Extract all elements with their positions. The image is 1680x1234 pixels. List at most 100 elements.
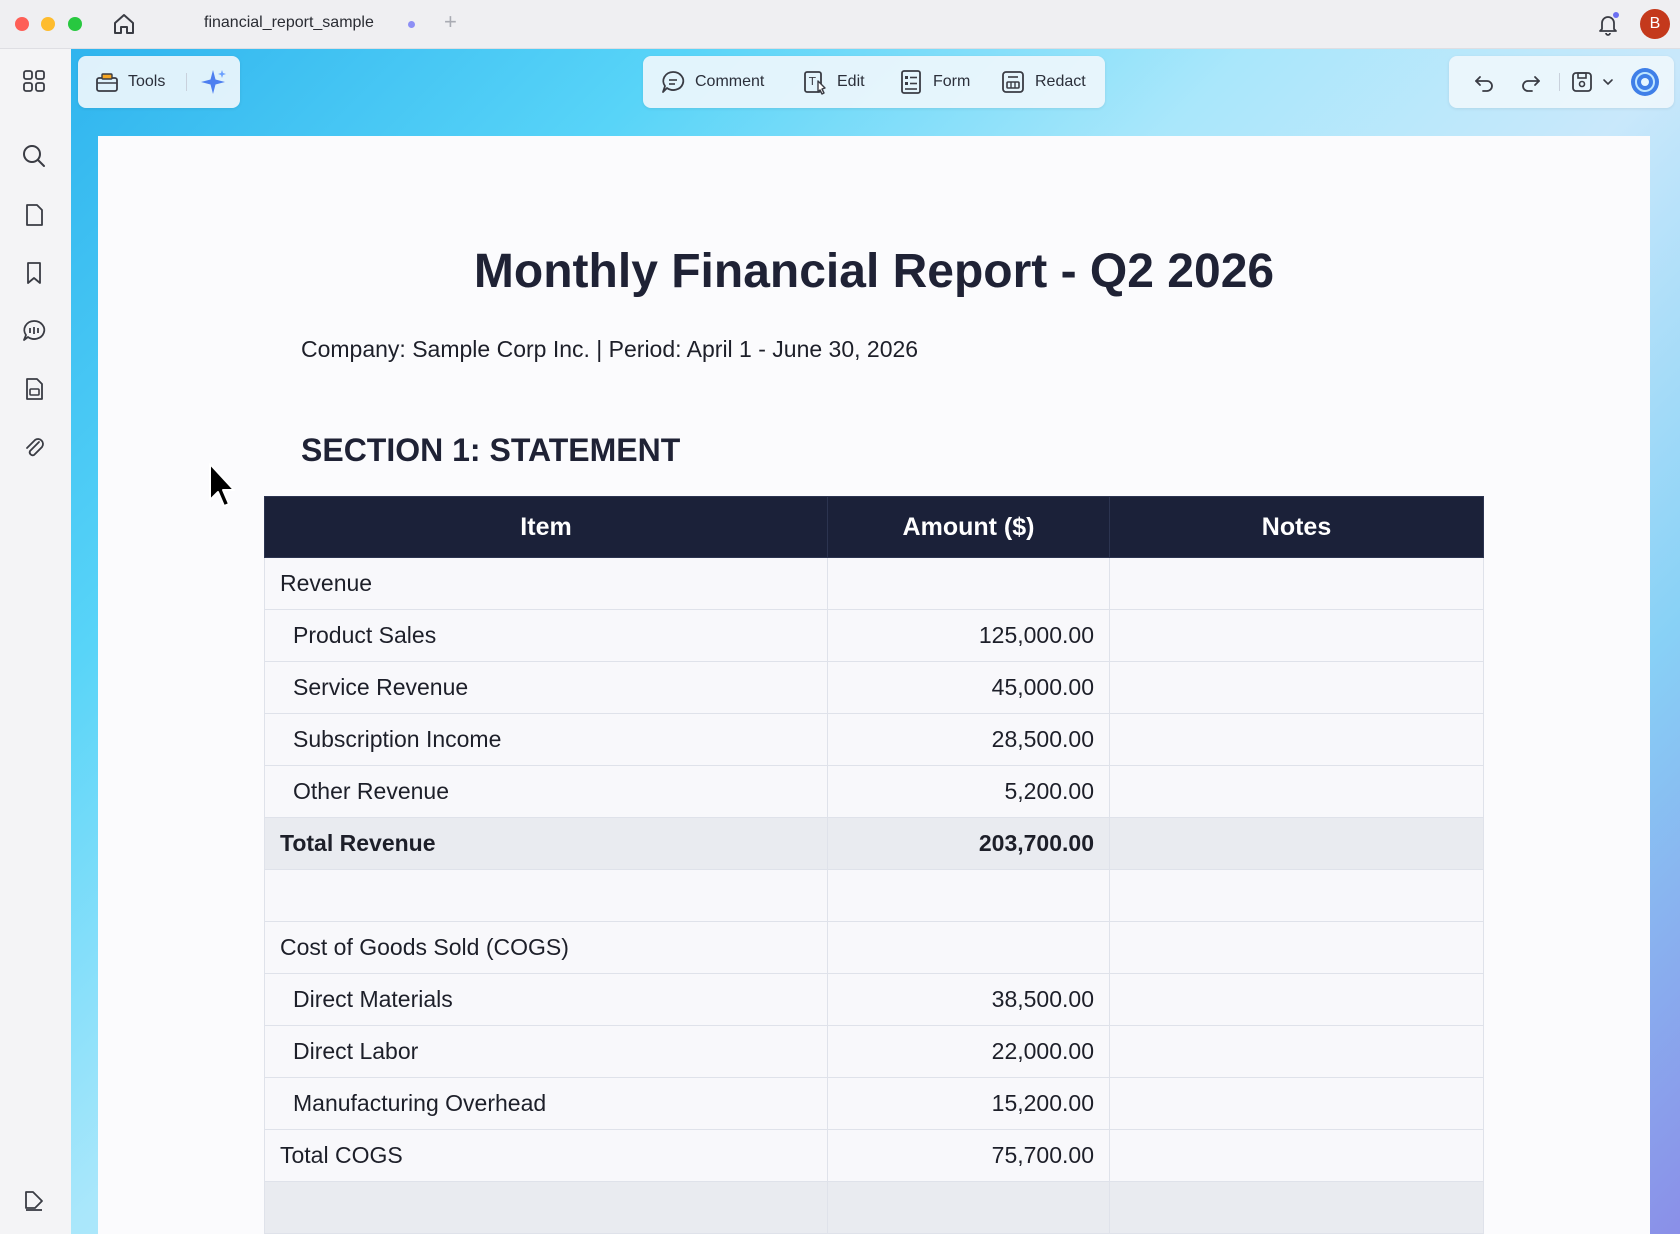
history-toolbar — [1449, 56, 1674, 108]
table-row: Revenue — [264, 557, 1484, 610]
cell-notes — [1109, 1077, 1484, 1130]
edit-mode-toolbar: Comment T Edit Form Redact — [643, 56, 1105, 108]
table-header-row: Item Amount ($) Notes — [264, 496, 1484, 558]
cell-item: Cost of Goods Sold (COGS) — [264, 921, 828, 974]
cell-notes — [1109, 869, 1484, 922]
cell-notes — [1109, 557, 1484, 610]
cell-item: Total Revenue — [264, 817, 828, 870]
stamp-icon[interactable] — [20, 375, 48, 403]
close-window-button[interactable] — [15, 17, 29, 31]
ai-chat-button[interactable] — [1629, 56, 1661, 108]
cell-amount: 5,200.00 — [827, 765, 1110, 818]
cell-notes — [1109, 1181, 1484, 1234]
search-icon[interactable] — [20, 142, 48, 170]
cell-amount — [827, 921, 1110, 974]
cell-notes — [1109, 765, 1484, 818]
window-titlebar: financial_report_sample + B — [0, 0, 1680, 49]
cell-amount: 15,200.00 — [827, 1077, 1110, 1130]
pdf-page[interactable]: Monthly Financial Report - Q2 2026 Compa… — [98, 136, 1650, 1234]
comment-icon — [662, 71, 685, 93]
zoom-window-button[interactable] — [68, 17, 82, 31]
save-icon — [1572, 72, 1592, 92]
tools-label: Tools — [128, 73, 166, 90]
cell-item: Manufacturing Overhead — [264, 1077, 828, 1130]
cell-notes — [1109, 713, 1484, 766]
table-row — [264, 869, 1484, 922]
cell-amount — [827, 1181, 1110, 1234]
redact-button[interactable]: Redact — [999, 56, 1086, 108]
edit-button[interactable]: T Edit — [801, 56, 865, 108]
cell-amount: 22,000.00 — [827, 1025, 1110, 1078]
svg-text:T: T — [808, 75, 816, 88]
table-row: Subscription Income 28,500.00 — [264, 713, 1484, 766]
table-row: Cost of Goods Sold (COGS) — [264, 921, 1484, 974]
table-row: Total COGS 75,700.00 — [264, 1129, 1484, 1182]
document-tab[interactable]: financial_report_sample — [204, 14, 374, 32]
sparkle-icon — [201, 70, 226, 94]
ai-orb-icon — [1631, 68, 1659, 96]
financial-statement-table: Item Amount ($) Notes Revenue Product Sal… — [264, 496, 1484, 1234]
table-row: Product Sales 125,000.00 — [264, 609, 1484, 662]
home-icon[interactable] — [110, 10, 138, 38]
left-sidebar — [0, 49, 71, 1234]
cell-item — [264, 1181, 828, 1234]
table-row: Direct Labor 22,000.00 — [264, 1025, 1484, 1078]
cell-item: Direct Materials — [264, 973, 828, 1026]
table-row-total: Total Revenue 203,700.00 — [264, 817, 1484, 870]
toolbar-divider — [186, 73, 187, 91]
undo-button[interactable] — [1471, 56, 1497, 108]
page-icon[interactable] — [20, 201, 48, 229]
form-label: Form — [933, 73, 971, 90]
new-tab-plus-icon[interactable]: + — [444, 10, 457, 34]
cell-notes — [1109, 609, 1484, 662]
cell-item: Total COGS — [264, 1129, 828, 1182]
tools-button[interactable]: Tools — [94, 56, 165, 108]
undo-icon — [1475, 76, 1493, 92]
comments-icon[interactable] — [20, 317, 48, 345]
column-header-notes: Notes — [1109, 496, 1484, 558]
apps-grid-icon[interactable] — [20, 67, 48, 95]
document-subtitle: Company: Sample Corp Inc. | Period: Apri… — [301, 336, 919, 362]
comment-button[interactable]: Comment — [659, 56, 764, 108]
column-header-item: Item — [264, 496, 828, 558]
table-row: Service Revenue 45,000.00 — [264, 661, 1484, 714]
unsaved-indicator — [408, 21, 415, 28]
table-row — [264, 1181, 1484, 1234]
document-title: Monthly Financial Report - Q2 2026 — [473, 245, 1275, 298]
cell-notes — [1109, 921, 1484, 974]
cell-notes — [1109, 817, 1484, 870]
cell-amount: 28,500.00 — [827, 713, 1110, 766]
column-header-amount: Amount ($) — [827, 496, 1110, 558]
cell-amount: 75,700.00 — [827, 1129, 1110, 1182]
form-button[interactable]: Form — [897, 56, 970, 108]
redo-icon — [1522, 76, 1540, 92]
ai-assistant-button[interactable] — [198, 56, 228, 108]
save-button[interactable] — [1569, 56, 1595, 108]
cell-item: Other Revenue — [264, 765, 828, 818]
toolbar-divider — [1559, 73, 1560, 91]
table-row: Direct Materials 38,500.00 — [264, 973, 1484, 1026]
comment-label: Comment — [695, 73, 765, 90]
edit-label: Edit — [837, 73, 865, 90]
notification-dot — [1613, 12, 1619, 18]
redo-button[interactable] — [1518, 56, 1544, 108]
cell-notes — [1109, 661, 1484, 714]
cell-amount: 38,500.00 — [827, 973, 1110, 1026]
cell-amount — [827, 869, 1110, 922]
cell-amount: 45,000.00 — [827, 661, 1110, 714]
cell-item: Revenue — [264, 557, 828, 610]
cell-notes — [1109, 1025, 1484, 1078]
bookmark-icon[interactable] — [20, 259, 48, 287]
cell-amount: 125,000.00 — [827, 609, 1110, 662]
attachment-icon[interactable] — [20, 434, 48, 462]
redact-icon — [1002, 71, 1024, 93]
save-options-dropdown[interactable] — [1601, 56, 1615, 108]
table-row: Other Revenue 5,200.00 — [264, 765, 1484, 818]
cell-item: Product Sales — [264, 609, 828, 662]
cell-item — [264, 869, 828, 922]
cell-notes — [1109, 973, 1484, 1026]
minimize-window-button[interactable] — [41, 17, 55, 31]
user-avatar[interactable]: B — [1640, 9, 1670, 39]
tools-group: Tools — [78, 56, 240, 108]
sign-icon[interactable] — [20, 1186, 48, 1214]
